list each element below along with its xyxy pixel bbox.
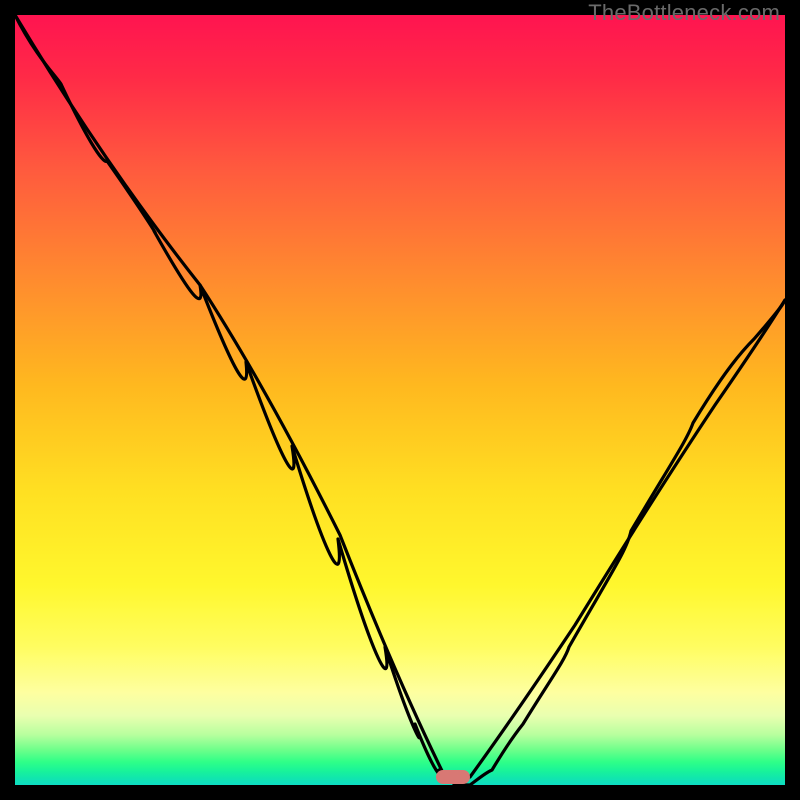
attribution-label: TheBottleneck.com — [588, 0, 780, 26]
chart-frame: TheBottleneck.com — [0, 0, 800, 800]
bottleneck-curve — [15, 15, 785, 785]
curve-path-overlay — [15, 15, 785, 777]
curve-path — [15, 15, 785, 785]
min-marker — [436, 770, 470, 784]
